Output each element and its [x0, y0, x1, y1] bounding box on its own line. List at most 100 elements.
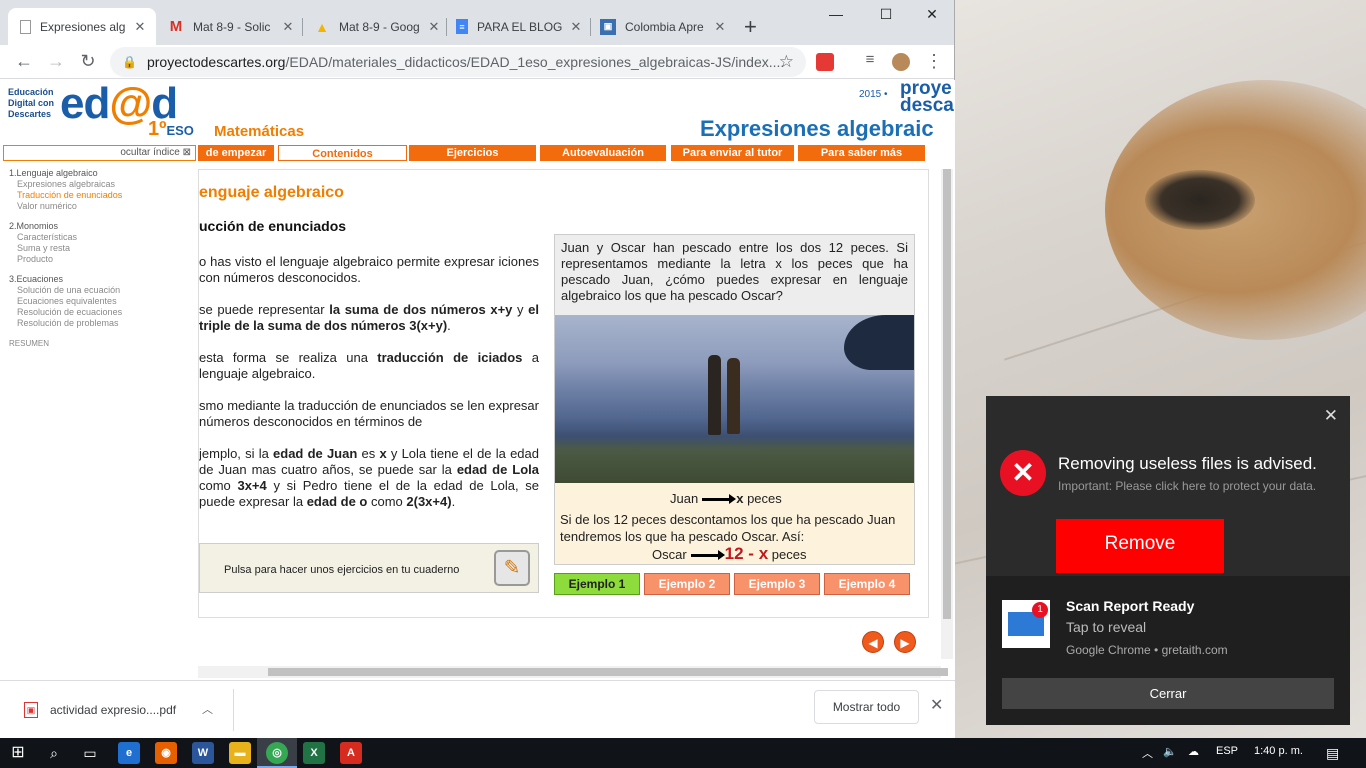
download-bar: ▣ actividad expresio....pdf ︿ Mostrar to… [0, 680, 955, 738]
action-center-icon[interactable]: ▤ [1326, 745, 1339, 762]
warning-notification[interactable]: ✕ ✕ Removing useless files is advised. I… [986, 396, 1350, 576]
hide-index-button[interactable]: ocultar índice ⊠ [3, 145, 196, 161]
taskbar: ⊞ ⌕ ▭ e ◉ W ▬ ◎ X A ︿ 🔈 ☁ ESP 1:40 p. m.… [0, 738, 1366, 768]
sidebar-item[interactable]: Producto [17, 254, 198, 265]
menu-item-learn-more[interactable]: Para saber más [798, 145, 925, 161]
content-panel: enguaje algebraico ucción de enunciados … [198, 169, 929, 618]
tab-docs[interactable]: ≡ PARA EL BLOG ✕ [444, 8, 592, 45]
previous-page-button[interactable]: ◀ [862, 631, 884, 653]
search-icon[interactable]: ⌕ [44, 743, 64, 763]
exercise-button[interactable]: Pulsa para hacer unos ejercicios en tu c… [199, 543, 539, 593]
example-tab-4[interactable]: Ejemplo 4 [824, 573, 910, 595]
show-all-button[interactable]: Mostrar todo [814, 690, 919, 724]
tab-colombia[interactable]: ▣ Colombia Apre ✕ [588, 8, 736, 45]
sidebar-item[interactable]: Resolución de problemas [17, 318, 198, 329]
document-icon [20, 19, 31, 34]
address-bar[interactable]: 🔒 proyectodescartes.org/EDAD/materiales_… [110, 47, 806, 77]
gmail-icon: M [169, 18, 183, 35]
sidebar-item[interactable]: Características [17, 232, 198, 243]
close-tab-icon[interactable]: ✕ [426, 19, 442, 35]
close-notification-button[interactable]: Cerrar [1002, 678, 1334, 709]
example-panel: Juan y Oscar han pescado entre los dos 1… [554, 234, 915, 565]
section-subheading: ucción de enunciados [199, 218, 347, 234]
sidebar-item-current[interactable]: Traducción de enunciados [17, 190, 198, 201]
close-tab-icon[interactable]: ✕ [568, 19, 584, 35]
language-indicator[interactable]: ESP [1216, 745, 1238, 757]
sidebar-section[interactable]: 2.Monomios [9, 221, 198, 232]
volume-icon[interactable]: 🔈 [1163, 745, 1177, 758]
edge-icon[interactable]: e [118, 742, 140, 764]
task-view-icon[interactable]: ▭ [80, 743, 100, 763]
pdf-icon: ▣ [24, 702, 38, 718]
chevron-up-icon[interactable]: ︿ [1142, 745, 1153, 761]
maximize-button[interactable]: ☐ [866, 6, 906, 23]
sidebar-section[interactable]: 3.Ecuaciones [9, 274, 198, 285]
reload-button[interactable]: ↻ [76, 51, 100, 72]
example-tab-3[interactable]: Ejemplo 3 [734, 573, 820, 595]
section-heading: enguaje algebraico [199, 184, 344, 201]
error-icon: ✕ [1000, 450, 1046, 496]
tab-gmail[interactable]: M Mat 8-9 - Solic ✕ [156, 8, 304, 45]
sidebar-item[interactable]: Suma y resta [17, 243, 198, 254]
fishing-photo [555, 315, 914, 483]
tab-strip: Expresiones alg ✕ M Mat 8-9 - Solic ✕ ▲ … [0, 0, 954, 45]
sidebar-item[interactable]: Solución de una ecuación [17, 285, 198, 296]
web-page: Educación Digital con Descartes ed@d 1ºE… [0, 80, 955, 680]
mail-icon: 1 [1002, 600, 1050, 648]
scan-notification[interactable]: 1 Scan Report Ready Tap to reveal Google… [986, 576, 1350, 725]
close-tab-icon[interactable]: ✕ [280, 19, 296, 35]
example-tab-2[interactable]: Ejemplo 2 [644, 573, 730, 595]
menu-icon[interactable]: ⋮ [922, 51, 946, 72]
example-tab-1[interactable]: Ejemplo 1 [554, 573, 640, 595]
horizontal-scrollbar[interactable] [198, 666, 948, 678]
new-tab-button[interactable]: + [744, 14, 757, 40]
sidebar-item[interactable]: Resolución de ecuaciones [17, 307, 198, 318]
remove-button[interactable]: Remove [1056, 519, 1224, 573]
extension-icon[interactable] [816, 53, 834, 71]
profile-avatar[interactable] [892, 53, 910, 71]
arrow-icon [690, 550, 725, 561]
close-tab-icon[interactable]: ✕ [132, 19, 148, 35]
tab-expresiones[interactable]: Expresiones alg ✕ [8, 8, 156, 45]
proyecto-logo: proyedescar [900, 80, 955, 116]
excel-icon[interactable]: X [303, 742, 325, 764]
page-title: Expresiones algebraic [700, 116, 934, 141]
chevron-up-icon[interactable]: ︿ [202, 701, 213, 717]
back-button[interactable]: ← [12, 51, 36, 72]
sidebar-item[interactable]: Ecuaciones equivalentes [17, 296, 198, 307]
menu-item-send-tutor[interactable]: Para enviar al tutor [671, 145, 794, 161]
windows-start-icon[interactable]: ⊞ [8, 743, 28, 763]
tab-drive[interactable]: ▲ Mat 8-9 - Goog ✕ [302, 8, 450, 45]
year-label: 2015 • [859, 89, 888, 100]
word-icon[interactable]: W [192, 742, 214, 764]
menu-item-exercises[interactable]: Ejercicios [409, 145, 536, 161]
sidebar-section[interactable]: 1.Lenguaje algebraico [9, 168, 198, 179]
close-icon[interactable]: ✕ [1324, 406, 1338, 426]
vertical-scrollbar[interactable] [941, 169, 953, 659]
subject-title: Matemáticas [214, 123, 305, 140]
menu-item-self-eval[interactable]: Autoevaluación [540, 145, 666, 161]
menu-item-start[interactable]: de empezar [198, 145, 274, 161]
next-page-button[interactable]: ▶ [894, 631, 916, 653]
acrobat-icon[interactable]: A [340, 742, 362, 764]
summary-link[interactable]: RESUMEN [9, 338, 198, 349]
close-window-button[interactable]: ✕ [912, 6, 952, 23]
download-item[interactable]: ▣ actividad expresio....pdf [14, 691, 234, 729]
drive-icon: ▲ [315, 18, 329, 35]
media-control-icon[interactable]: ≡ [858, 51, 882, 68]
file-explorer-icon[interactable]: ▬ [229, 742, 251, 764]
network-icon[interactable]: ☁ [1188, 745, 1199, 758]
pencil-icon[interactable]: ✎ [494, 550, 530, 586]
example-question: Juan y Oscar han pescado entre los dos 1… [555, 235, 914, 315]
sidebar-item[interactable]: Expresiones algebraicas [17, 179, 198, 190]
firefox-icon[interactable]: ◉ [155, 742, 177, 764]
menu-item-contents[interactable]: Contenidos [278, 145, 407, 161]
sidebar-item[interactable]: Valor numérico [17, 201, 198, 212]
minimize-button[interactable]: — [816, 6, 856, 22]
bookmark-star-icon[interactable]: ☆ [779, 52, 794, 72]
close-tab-icon[interactable]: ✕ [712, 19, 728, 35]
close-download-bar-icon[interactable]: ✕ [930, 695, 943, 715]
clock[interactable]: 1:40 p. m. [1254, 745, 1303, 757]
forward-button[interactable]: → [44, 51, 68, 72]
chrome-icon[interactable]: ◎ [266, 742, 288, 764]
